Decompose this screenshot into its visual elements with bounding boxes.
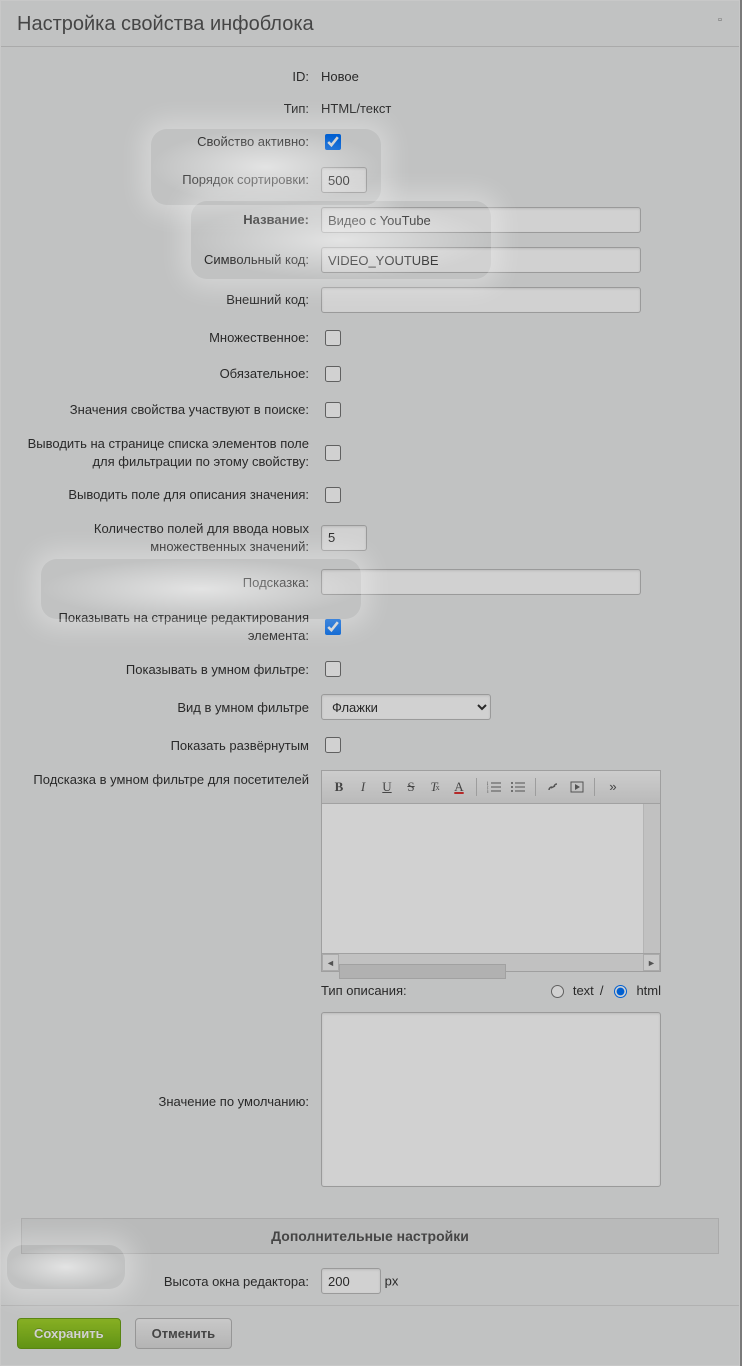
- label-type: Тип:: [15, 93, 315, 125]
- label-multcnt: Количество полей для ввода новых множест…: [15, 513, 315, 562]
- checkbox-multiple[interactable]: [325, 330, 341, 346]
- more-icon[interactable]: »: [601, 776, 623, 798]
- radio-desc-text-label: text: [573, 983, 594, 998]
- label-hint: Подсказка:: [15, 562, 315, 602]
- checkbox-withdesc[interactable]: [325, 487, 341, 503]
- label-expanded: Показать развёрнутым: [15, 727, 315, 763]
- desc-type-separator: /: [600, 983, 604, 998]
- italic-icon[interactable]: I: [352, 776, 374, 798]
- fontcolor-icon[interactable]: A: [448, 776, 470, 798]
- input-code[interactable]: [321, 247, 641, 273]
- dialog-titlebar: Настройка свойства инфоблока ▫: [1, 1, 739, 47]
- section-extra-header: Дополнительные настройки: [21, 1218, 719, 1254]
- input-hint[interactable]: [321, 569, 641, 595]
- label-sort: Порядок сортировки:: [15, 160, 315, 200]
- toolbar-separator: [476, 778, 477, 796]
- label-multiple: Множественное:: [15, 320, 315, 356]
- bulletlist-icon[interactable]: [507, 776, 529, 798]
- rich-editor: B I U S Tx A 123: [321, 770, 661, 972]
- label-smartfilter-view: Вид в умном фильтре: [15, 687, 315, 727]
- checkbox-expanded[interactable]: [325, 737, 341, 753]
- editor-toolbar: B I U S Tx A 123: [322, 771, 660, 804]
- toolbar-separator: [594, 778, 595, 796]
- toolbar-separator: [535, 778, 536, 796]
- input-multcnt[interactable]: [321, 525, 367, 551]
- label-withdesc: Выводить поле для описания значения:: [15, 477, 315, 513]
- editor-vscroll[interactable]: [643, 804, 660, 953]
- label-active: Свойство активно:: [15, 124, 315, 160]
- svg-text:3: 3: [487, 790, 489, 793]
- editor-hscroll[interactable]: ◄ ►: [322, 954, 660, 971]
- label-id: ID:: [15, 61, 315, 93]
- label-filterhint: Подсказка в умном фильтре для посетителе…: [15, 763, 315, 1005]
- label-filtrable: Выводить на странице списка элементов по…: [15, 428, 315, 477]
- value-id: Новое: [315, 61, 725, 93]
- video-icon[interactable]: [566, 776, 588, 798]
- input-editor-height[interactable]: [321, 1268, 381, 1294]
- clearformat-icon[interactable]: Tx: [424, 776, 446, 798]
- orderedlist-icon[interactable]: 123: [483, 776, 505, 798]
- scroll-left-icon[interactable]: ◄: [322, 954, 339, 971]
- label-showedit: Показывать на странице редактирования эл…: [15, 602, 315, 651]
- dialog-title: Настройка свойства инфоблока: [17, 13, 723, 36]
- underline-icon[interactable]: U: [376, 776, 398, 798]
- value-type: HTML/текст: [315, 93, 725, 125]
- checkbox-filtrable[interactable]: [325, 445, 341, 461]
- radio-desc-html[interactable]: [614, 985, 627, 998]
- label-searchable: Значения свойства участвуют в поиске:: [15, 392, 315, 428]
- checkbox-active[interactable]: [325, 134, 341, 150]
- label-code: Символьный код:: [15, 240, 315, 280]
- editor-textarea[interactable]: [322, 804, 660, 954]
- label-desc-type: Тип описания:: [321, 983, 407, 998]
- input-name[interactable]: [321, 207, 641, 233]
- strike-icon[interactable]: S: [400, 776, 422, 798]
- input-xml[interactable]: [321, 287, 641, 313]
- label-default: Значение по умолчанию:: [15, 1005, 315, 1197]
- dialog-footer: Сохранить Отменить: [1, 1305, 739, 1365]
- dialog-window: Настройка свойства инфоблока ▫ ID: Новое…: [0, 0, 740, 1366]
- checkbox-smartfilter[interactable]: [325, 661, 341, 677]
- description-type-row: Тип описания: text / html: [321, 982, 661, 998]
- checkbox-showedit[interactable]: [325, 619, 341, 635]
- radio-desc-text[interactable]: [551, 985, 564, 998]
- textarea-default[interactable]: [321, 1012, 661, 1187]
- maximize-icon[interactable]: ▫: [711, 14, 729, 28]
- label-smartfilter: Показывать в умном фильтре:: [15, 651, 315, 687]
- save-button[interactable]: Сохранить: [17, 1318, 121, 1349]
- cancel-button[interactable]: Отменить: [135, 1318, 233, 1349]
- label-required: Обязательное:: [15, 356, 315, 392]
- label-editor-height: Высота окна редактора:: [15, 1261, 315, 1301]
- radio-desc-html-label: html: [636, 983, 661, 998]
- label-xml: Внешний код:: [15, 280, 315, 320]
- label-name: Название:: [15, 200, 315, 240]
- checkbox-required[interactable]: [325, 366, 341, 382]
- dialog-content: ID: Новое Тип: HTML/текст Свойство актив…: [1, 47, 739, 1305]
- label-editor-height-unit: px: [385, 1274, 399, 1289]
- bold-icon[interactable]: B: [328, 776, 350, 798]
- select-smartfilter-view[interactable]: Флажки: [321, 694, 491, 720]
- scroll-right-icon[interactable]: ►: [643, 954, 660, 971]
- checkbox-searchable[interactable]: [325, 402, 341, 418]
- link-icon[interactable]: [542, 776, 564, 798]
- input-sort[interactable]: [321, 167, 367, 193]
